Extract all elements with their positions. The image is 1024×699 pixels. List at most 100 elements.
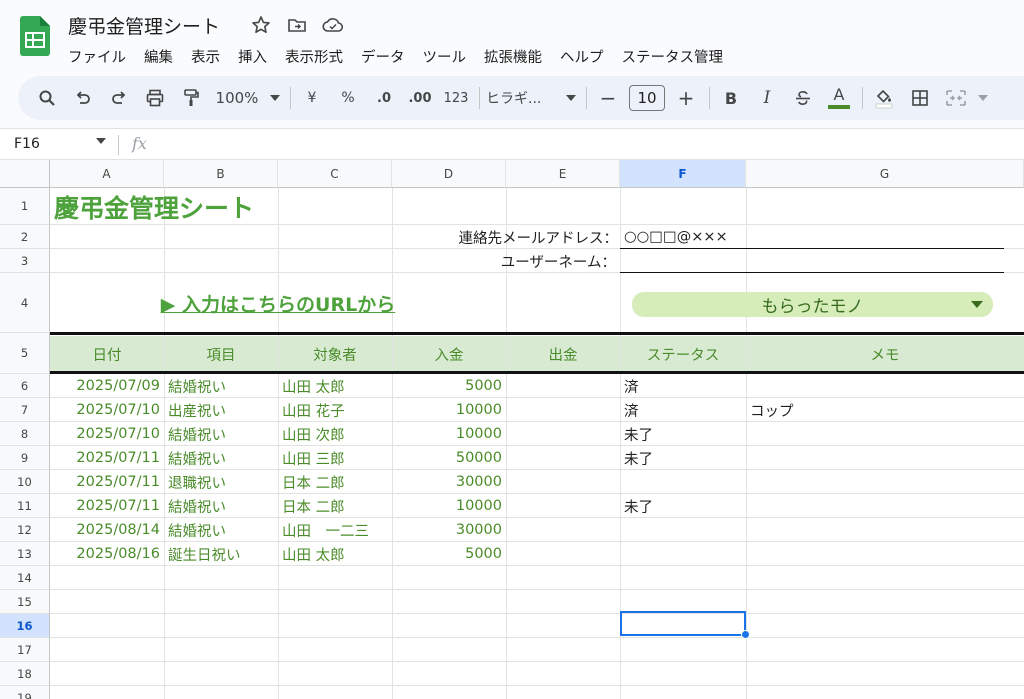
- cell-item[interactable]: 出産祝い: [168, 398, 226, 422]
- menu-tools[interactable]: ツール: [423, 44, 475, 69]
- cell-income[interactable]: 10000: [392, 422, 502, 446]
- cell-date[interactable]: 2025/07/10: [50, 422, 160, 446]
- fill-color-button[interactable]: [869, 83, 899, 113]
- cell-item[interactable]: 結婚祝い: [168, 446, 226, 470]
- header-income[interactable]: 入金: [392, 336, 506, 372]
- email-value-cell[interactable]: ○○□□@×××: [624, 225, 728, 249]
- font-size-input[interactable]: 10: [629, 85, 665, 111]
- paint-format-button[interactable]: [176, 83, 206, 113]
- bold-button[interactable]: B: [716, 83, 746, 113]
- cell-person[interactable]: 山田 太郎: [282, 542, 345, 566]
- increase-font-size-button[interactable]: +: [671, 83, 701, 113]
- row-header-11[interactable]: 11: [0, 494, 50, 518]
- cell-date[interactable]: 2025/07/11: [50, 494, 160, 518]
- font-dropdown-button[interactable]: [564, 83, 578, 113]
- currency-format-button[interactable]: ¥: [297, 83, 327, 113]
- row-header-1[interactable]: 1: [0, 188, 50, 225]
- zoom-value[interactable]: 100%: [212, 83, 262, 113]
- row-header-7[interactable]: 7: [0, 398, 50, 422]
- column-header-d[interactable]: D: [392, 160, 506, 188]
- column-header-a[interactable]: A: [50, 160, 164, 188]
- username-label-cell[interactable]: ユーザーネーム：: [392, 249, 616, 273]
- increase-decimal-button[interactable]: .00: [405, 83, 435, 113]
- row-header-9[interactable]: 9: [0, 446, 50, 470]
- move-folder-icon[interactable]: [286, 14, 308, 36]
- merge-dropdown-button[interactable]: [977, 83, 989, 113]
- cell-person[interactable]: 山田 太郎: [282, 374, 345, 398]
- column-header-e[interactable]: E: [506, 160, 620, 188]
- cell-item[interactable]: 結婚祝い: [168, 494, 226, 518]
- row-header-5[interactable]: 5: [0, 333, 50, 374]
- cell-person[interactable]: 山田 次郎: [282, 422, 345, 446]
- cell-item[interactable]: 結婚祝い: [168, 518, 226, 542]
- cell-status[interactable]: 済: [624, 398, 639, 422]
- row-header-17[interactable]: 17: [0, 638, 50, 662]
- item-type-dropdown[interactable]: もらったモノ: [632, 292, 993, 317]
- sheets-logo-icon[interactable]: [20, 16, 50, 56]
- row-header-18[interactable]: 18: [0, 662, 50, 686]
- active-cell-selection[interactable]: [620, 611, 746, 636]
- cell-person[interactable]: 山田 花子: [282, 398, 345, 422]
- cell-income[interactable]: 30000: [392, 470, 502, 494]
- header-person[interactable]: 対象者: [278, 336, 392, 372]
- decrease-font-size-button[interactable]: −: [593, 83, 623, 113]
- more-formats-button[interactable]: 123: [441, 83, 471, 113]
- print-button[interactable]: [140, 83, 170, 113]
- cell-income[interactable]: 50000: [392, 446, 502, 470]
- cell-date[interactable]: 2025/07/10: [50, 398, 160, 422]
- search-menus-button[interactable]: [32, 83, 62, 113]
- cell-income[interactable]: 5000: [392, 542, 502, 566]
- borders-button[interactable]: [905, 83, 935, 113]
- header-expense[interactable]: 出金: [506, 336, 620, 372]
- header-status[interactable]: ステータス: [620, 336, 746, 372]
- document-title[interactable]: 慶弔金管理シート: [68, 12, 220, 39]
- cell-income[interactable]: 5000: [392, 374, 502, 398]
- menu-status-management[interactable]: ステータス管理: [622, 44, 732, 69]
- cell-item[interactable]: 退職祝い: [168, 470, 226, 494]
- menu-extensions[interactable]: 拡張機能: [484, 44, 550, 69]
- row-header-12[interactable]: 12: [0, 518, 50, 542]
- row-header-8[interactable]: 8: [0, 422, 50, 446]
- row-header-6[interactable]: 6: [0, 374, 50, 398]
- fill-handle[interactable]: [741, 630, 750, 639]
- cell-person[interactable]: 日本 二郎: [282, 470, 345, 494]
- strikethrough-button[interactable]: [788, 83, 818, 113]
- name-box-caret-icon[interactable]: [96, 138, 106, 144]
- zoom-dropdown-button[interactable]: [268, 83, 282, 113]
- cell-date[interactable]: 2025/07/11: [50, 470, 160, 494]
- text-color-button[interactable]: A: [824, 83, 854, 113]
- cell-memo[interactable]: コップ: [750, 398, 794, 422]
- row-header-2[interactable]: 2: [0, 225, 50, 249]
- star-icon[interactable]: [250, 14, 272, 36]
- cell-status[interactable]: 済: [624, 374, 639, 398]
- cell-item[interactable]: 結婚祝い: [168, 374, 226, 398]
- font-family-select[interactable]: ヒラギ...: [486, 83, 558, 113]
- row-header-10[interactable]: 10: [0, 470, 50, 494]
- sheet-title-cell[interactable]: 慶弔金管理シート: [54, 188, 254, 225]
- menu-help[interactable]: ヘルプ: [560, 44, 612, 69]
- cell-person[interactable]: 山田 三郎: [282, 446, 345, 470]
- name-box[interactable]: F16: [14, 136, 40, 152]
- cell-income[interactable]: 10000: [392, 494, 502, 518]
- select-all-corner[interactable]: [0, 160, 50, 188]
- cell-date[interactable]: 2025/07/09: [50, 374, 160, 398]
- cell-person[interactable]: 山田 一二三: [282, 518, 369, 542]
- cloud-status-icon[interactable]: [322, 14, 344, 36]
- cell-date[interactable]: 2025/08/16: [50, 542, 160, 566]
- cell-income[interactable]: 10000: [392, 398, 502, 422]
- cell-income[interactable]: 30000: [392, 518, 502, 542]
- input-url-link[interactable]: ▶ 入力はこちらのURLから: [161, 290, 395, 317]
- menu-data[interactable]: データ: [361, 44, 413, 69]
- redo-button[interactable]: [104, 83, 134, 113]
- column-header-c[interactable]: C: [278, 160, 392, 188]
- decrease-decimal-button[interactable]: .0: [369, 83, 399, 113]
- cell-item[interactable]: 結婚祝い: [168, 422, 226, 446]
- row-header-13[interactable]: 13: [0, 542, 50, 566]
- row-header-19[interactable]: 19: [0, 686, 50, 699]
- menu-format[interactable]: 表示形式: [285, 44, 351, 69]
- cell-date[interactable]: 2025/08/14: [50, 518, 160, 542]
- row-header-15[interactable]: 15: [0, 590, 50, 614]
- cell-date[interactable]: 2025/07/11: [50, 446, 160, 470]
- cell-person[interactable]: 日本 二郎: [282, 494, 345, 518]
- cell-status[interactable]: 未了: [624, 494, 653, 518]
